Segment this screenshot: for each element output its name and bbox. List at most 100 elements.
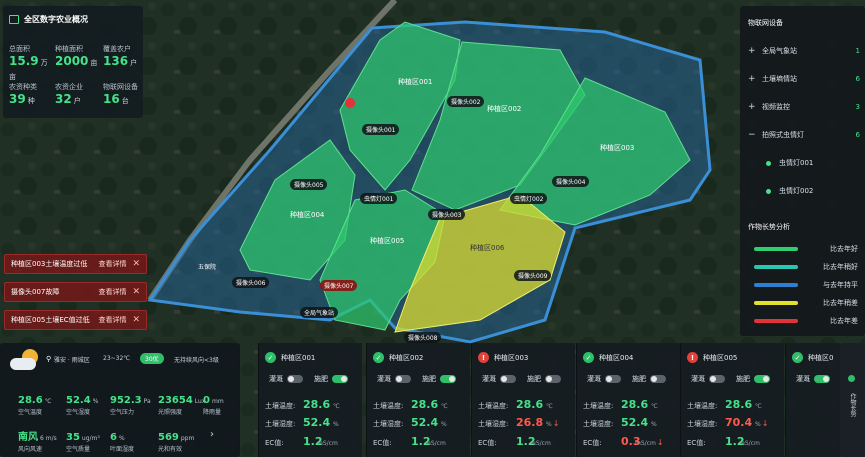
metric-unit: 6 m/s — [40, 435, 57, 442]
weather-temp-range: 23~32℃ — [103, 355, 131, 362]
collapse-icon[interactable]: − — [748, 130, 762, 140]
view-details-link[interactable]: 查看详情 — [98, 259, 126, 269]
ec-value: 1.2 — [303, 435, 323, 448]
stat-planting-area: 种植面积 2000 亩 — [55, 44, 99, 68]
zone-card[interactable]: ! 种植区003 灌溉 施肥 土壤温度: 28.6 ℃ 土壤湿度: 26.8% ↓ EC值: 1.2 m… — [471, 343, 575, 457]
close-icon[interactable]: ✕ — [132, 259, 140, 269]
zone-card[interactable]: ✓ 种植区004 灌溉 施肥 土壤温度: 28.6 ℃ 土壤湿度: 52.4% EC值: 0.3 mS… — [576, 343, 680, 457]
alert-item: 种植区005土壤EC值过低 查看详情 ✕ — [4, 310, 147, 330]
close-icon[interactable]: ✕ — [132, 315, 140, 325]
soil-hum-label: 土壤湿度: — [373, 420, 404, 428]
alert-text: 摄像头007故障 — [11, 288, 60, 296]
soil-temp-value: 28.6 — [621, 398, 649, 411]
dot-icon — [848, 375, 855, 382]
iot-item-count: 6 — [855, 75, 860, 83]
aqi-badge: 30优 — [140, 353, 164, 364]
warning-icon: ! — [687, 352, 698, 363]
iot-item-video[interactable]: + 视频监控 3 — [748, 102, 860, 112]
metric-label: 空气湿度 — [66, 409, 91, 416]
stat-label: 农资企业 — [55, 83, 83, 91]
zone-label[interactable]: 种植区004 — [290, 210, 324, 220]
fertilize-toggle[interactable] — [754, 375, 770, 383]
irrigate-toggle[interactable] — [395, 375, 411, 383]
growth-title: 作物长势分析 — [748, 223, 790, 231]
zone-card[interactable]: ! 种植区005 灌溉 施肥 土壤温度: 28.6 ℃ 土壤湿度: 70.4% ↓ EC值: 1.2 m… — [680, 343, 784, 457]
irrigate-toggle[interactable] — [814, 375, 830, 383]
camera-marker[interactable]: 摄像头009 — [514, 270, 552, 281]
fertilize-toggle[interactable] — [440, 375, 456, 383]
camera-marker[interactable]: 摄像头001 — [362, 124, 400, 135]
iot-subitem[interactable]: 虫情灯001 — [766, 158, 856, 168]
weather-station-marker[interactable]: 全局气象站 — [300, 307, 339, 318]
zone-label[interactable]: 种植区003 — [600, 143, 634, 153]
close-icon[interactable]: ✕ — [132, 287, 140, 297]
fertilize-toggle[interactable] — [545, 375, 561, 383]
expand-icon[interactable]: + — [748, 74, 762, 84]
iot-item-label: 视频监控 — [762, 103, 790, 111]
metric-value: 952.3 — [110, 395, 142, 406]
zone-card[interactable]: ✓ 种植区002 灌溉 施肥 土壤温度: 28.6 ℃ 土壤湿度: 52.4% EC值: 1.2 mS… — [366, 343, 470, 457]
insect-lamp-marker[interactable]: 虫情灯002 — [510, 193, 548, 204]
metric-label: 空气温度 — [18, 409, 43, 416]
fertilize-toggle[interactable] — [650, 375, 666, 383]
fertilize-label: 施肥 — [632, 375, 646, 383]
zone-card-title: 种植区003 — [494, 353, 529, 362]
legend-swatch — [754, 301, 798, 305]
warning-icon: ! — [478, 352, 489, 363]
metric-light: 23654 Lux 光照强度 — [158, 388, 205, 416]
view-details-link[interactable]: 查看详情 — [98, 287, 126, 297]
chart-icon — [9, 15, 19, 24]
zone-label[interactable]: 种植区001 — [398, 77, 432, 87]
irrigate-toggle[interactable] — [709, 375, 725, 383]
metric-value: 23654 — [158, 395, 193, 406]
irrigate-toggle[interactable] — [605, 375, 621, 383]
legend-label: 比去年稍好 — [823, 263, 858, 271]
zone-card-title: 种植区002 — [389, 353, 424, 362]
expand-icon[interactable]: + — [748, 46, 762, 56]
irrigate-label: 灌溉 — [377, 375, 391, 383]
iot-item-count: 6 — [855, 131, 860, 139]
iot-item-soil[interactable]: + 土壤墒情站 6 — [748, 74, 860, 84]
soil-temp-unit: ℃ — [441, 403, 448, 410]
iot-item-insect-lamp[interactable]: − 拍照式虫情灯 6 — [748, 130, 860, 140]
place-label: 五保院 — [198, 264, 217, 271]
stat-label: 覆盖农户 — [103, 45, 131, 53]
camera-marker[interactable]: 摄像头003 — [428, 209, 466, 220]
metric-leaf-humidity: 6% 叶面湿度 — [110, 425, 134, 453]
iot-item-label: 全局气象站 — [762, 47, 797, 55]
camera-marker[interactable]: 摄像头008 — [404, 332, 442, 343]
chevron-right-icon[interactable]: › — [210, 429, 214, 440]
ec-label: EC值: — [583, 439, 602, 447]
zone-card[interactable]: ✓ 种植区0 灌溉 — [785, 343, 840, 457]
zone-label[interactable]: 种植区005 — [370, 236, 404, 246]
ec-value: 0.3 — [621, 435, 641, 448]
dashboard: 种植区001 种植区002 种植区003 种植区004 种植区005 种植区00… — [0, 0, 865, 457]
ec-unit: mS/cm — [530, 440, 551, 447]
ec-unit: mS/cm — [317, 440, 338, 447]
iot-item-weather[interactable]: + 全局气象站 1 — [748, 46, 860, 56]
insect-lamp-marker[interactable]: 虫情灯001 — [360, 193, 398, 204]
soil-hum-unit: % — [651, 421, 657, 428]
camera-marker-fault[interactable]: 摄像头007 — [320, 280, 358, 291]
view-details-link[interactable]: 查看详情 — [98, 315, 126, 325]
camera-marker[interactable]: 摄像头006 — [232, 277, 270, 288]
irrigate-toggle[interactable] — [287, 375, 303, 383]
arrow-down-icon: ↓ — [761, 419, 769, 428]
ec-unit: mS/cm — [635, 440, 656, 447]
growth-side-tab[interactable]: 作物长势 — [840, 343, 865, 457]
fertilize-toggle[interactable] — [332, 375, 348, 383]
soil-temp-label: 土壤温度: — [373, 402, 404, 410]
soil-hum-unit: % — [755, 421, 761, 428]
camera-marker[interactable]: 摄像头005 — [290, 179, 328, 190]
iot-subitem[interactable]: 虫情灯002 — [766, 186, 856, 196]
metric-unit: ug/m³ — [81, 435, 100, 442]
legend-item: 比去年差 — [754, 316, 858, 326]
camera-marker[interactable]: 摄像头004 — [552, 176, 590, 187]
zone-label[interactable]: 种植区006 — [470, 243, 504, 253]
camera-marker[interactable]: 摄像头002 — [447, 96, 485, 107]
irrigate-toggle[interactable] — [500, 375, 516, 383]
expand-icon[interactable]: + — [748, 102, 762, 112]
stat-unit: 亩 — [90, 59, 98, 67]
zone-label[interactable]: 种植区002 — [487, 104, 521, 114]
zone-card[interactable]: ✓ 种植区001 灌溉 施肥 土壤温度: 28.6 ℃ 土壤湿度: 52.4% EC值: 1.2 mS… — [258, 343, 362, 457]
